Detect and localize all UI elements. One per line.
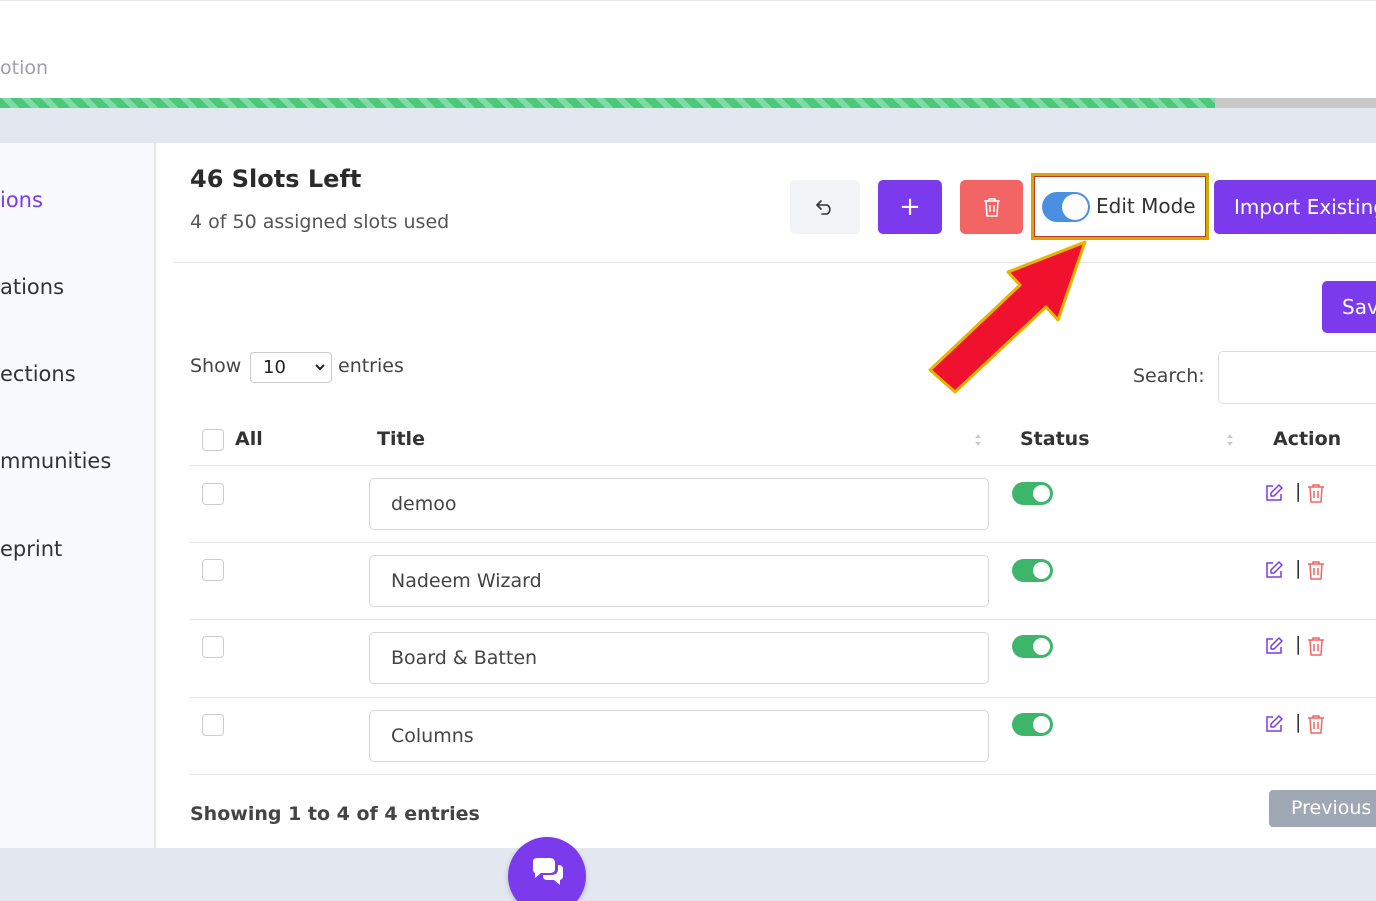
trash-icon[interactable]	[1307, 636, 1325, 656]
page-size-value: 10	[263, 357, 286, 378]
sort-icon[interactable]	[1226, 432, 1234, 448]
chat-icon	[533, 858, 563, 885]
row-title-input[interactable]: Columns	[369, 710, 989, 762]
toggle-knob	[1062, 194, 1088, 220]
column-header-all: All	[235, 428, 263, 450]
select-all-checkbox[interactable]	[202, 429, 224, 451]
slots-title: 46 Slots Left	[190, 165, 362, 193]
chevron-down-icon	[315, 364, 325, 371]
previous-page-button[interactable]: Previous	[1269, 790, 1376, 827]
undo-icon	[816, 200, 831, 215]
row-checkbox[interactable]	[202, 636, 224, 658]
trash-icon[interactable]	[1307, 483, 1325, 503]
progress-fill	[0, 98, 1215, 108]
toggle-knob	[1033, 716, 1050, 733]
sidebar-item-sections[interactable]: ections	[0, 362, 76, 386]
action-separator: |	[1295, 633, 1302, 655]
edit-mode-toggle[interactable]	[1042, 192, 1090, 222]
row-divider	[190, 774, 1376, 775]
row-divider	[190, 465, 1376, 466]
top-bar: otion	[0, 0, 1376, 98]
undo-button[interactable]	[790, 180, 860, 234]
toggle-knob	[1033, 562, 1050, 579]
edit-mode-highlight: Edit Mode	[1031, 173, 1209, 240]
table-summary: Showing 1 to 4 of 4 entries	[190, 803, 480, 825]
plus-icon: +	[899, 192, 921, 222]
annotation-arrow	[928, 240, 1087, 394]
column-header-status[interactable]: Status	[1020, 428, 1090, 450]
progress-bar	[0, 98, 1376, 108]
sidebar-item-options[interactable]: ions	[0, 188, 43, 212]
header-divider	[174, 262, 1376, 263]
sidebar-item-elevations[interactable]: ations	[0, 275, 64, 299]
sidebar-item-communities[interactable]: mmunities	[0, 449, 111, 473]
trash-icon	[983, 198, 1000, 217]
page-size-select[interactable]: 10	[250, 352, 332, 383]
column-header-title[interactable]: Title	[377, 428, 425, 450]
step-label: otion	[0, 57, 49, 79]
add-button[interactable]: +	[878, 180, 942, 234]
status-toggle[interactable]	[1012, 482, 1053, 505]
entries-label: entries	[338, 355, 404, 377]
toggle-knob	[1033, 638, 1050, 655]
status-toggle[interactable]	[1012, 559, 1053, 582]
search-input[interactable]	[1218, 351, 1376, 404]
status-toggle[interactable]	[1012, 635, 1053, 658]
save-button[interactable]: Save	[1322, 281, 1376, 333]
sidebar-item-blueprint[interactable]: eprint	[0, 537, 62, 561]
trash-icon[interactable]	[1307, 714, 1325, 734]
toggle-knob	[1033, 485, 1050, 502]
row-divider	[190, 697, 1376, 698]
action-separator: |	[1295, 480, 1302, 502]
row-title-input[interactable]: demoo	[369, 478, 989, 530]
sort-icon[interactable]	[974, 432, 982, 448]
show-label: Show	[190, 355, 242, 377]
row-title-input[interactable]: Board & Batten	[369, 632, 989, 684]
edit-icon[interactable]	[1264, 560, 1284, 580]
search-label: Search:	[1133, 365, 1205, 387]
import-existing-button[interactable]: Import Existing	[1214, 180, 1376, 234]
slots-subtitle: 4 of 50 assigned slots used	[190, 211, 450, 233]
row-checkbox[interactable]	[202, 714, 224, 736]
row-checkbox[interactable]	[202, 483, 224, 505]
row-title-input[interactable]: Nadeem Wizard	[369, 555, 989, 607]
row-checkbox[interactable]	[202, 559, 224, 581]
edit-icon[interactable]	[1264, 636, 1284, 656]
action-separator: |	[1295, 557, 1302, 579]
sidebar: ions ations ections mmunities eprint	[0, 143, 155, 848]
delete-button[interactable]	[960, 180, 1023, 234]
row-divider	[190, 619, 1376, 620]
edit-icon[interactable]	[1264, 483, 1284, 503]
trash-icon[interactable]	[1307, 560, 1325, 580]
edit-mode-label: Edit Mode	[1096, 194, 1196, 218]
status-toggle[interactable]	[1012, 713, 1053, 736]
edit-icon[interactable]	[1264, 714, 1284, 734]
action-separator: |	[1295, 711, 1302, 733]
row-divider	[190, 542, 1376, 543]
column-header-action: Action	[1273, 428, 1342, 450]
main-panel: 46 Slots Left 4 of 50 assigned slots use…	[156, 143, 1376, 848]
